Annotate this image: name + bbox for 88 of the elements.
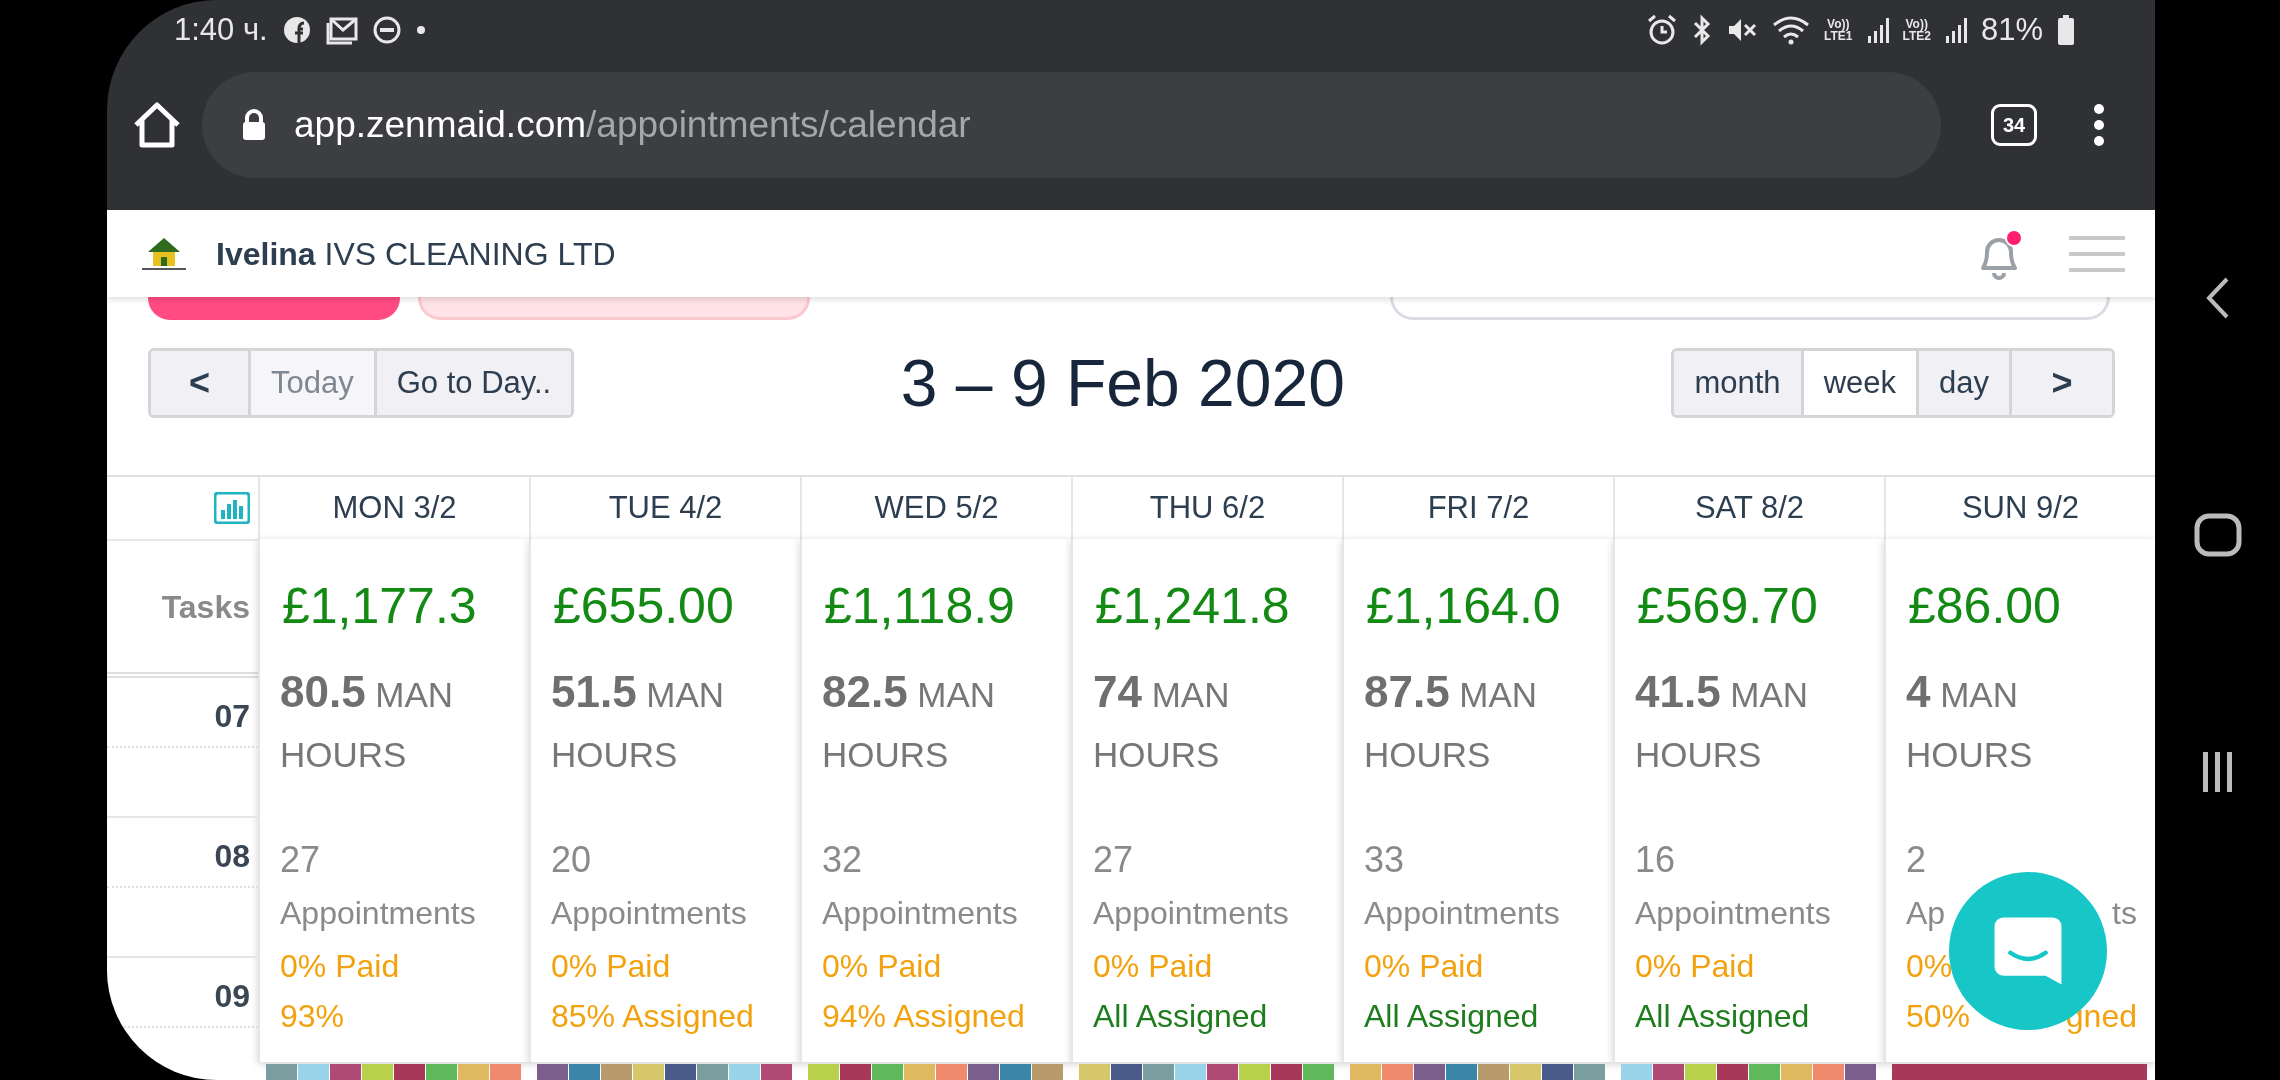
man-hours: 74 MAN HOURS [1093,666,1231,776]
assigned-status: 85% Assigned [551,997,754,1036]
home-icon[interactable] [132,101,182,149]
appointments-label: Appointments [1093,894,1289,933]
hour-label: 09 [214,977,250,1016]
appointment-count: 20 [551,838,593,882]
man-hours: 80.5 MAN HOURS [280,666,455,776]
nav-button[interactable]: Go to Day.. [376,351,572,415]
assigned-status: 50% [1906,997,1971,1036]
man-hours: 51.5 MAN HOURS [551,666,726,776]
revenue-amount: £1,118.9 [824,581,1016,636]
revenue-amount: £1,164.0 [1366,581,1562,636]
battery-icon [2057,14,2075,46]
wifi-icon [1772,15,1811,45]
network-label: Vo)) [1826,18,1850,30]
previous-button[interactable]: < [151,351,251,415]
appointments-label: Ap [1906,894,1946,933]
assigned-status: All Assigned [1364,997,1539,1036]
signal-icon [1944,16,1967,44]
hour-label: 07 [214,697,250,736]
day-header[interactable]: SUN 9/2 [1961,484,2080,532]
appointment-count: 27 [1093,838,1135,882]
man-hours: 4 MAN HOURS [1906,666,2034,776]
date-range-title: 3 – 9 Feb 2020 [900,344,1345,422]
appointment-count: 2 [1906,838,1928,882]
assigned-status: All Assigned [1093,997,1268,1036]
dot-icon [415,25,426,35]
appointments-label-fragment: ts [2112,894,2137,933]
chart-icon[interactable] [214,492,250,524]
revenue-amount: £1,177.3 [282,581,478,636]
appointment-count: 27 [280,838,322,882]
man-hours: 87.5 MAN HOURS [1364,666,1539,776]
revenue-amount: £655.00 [553,581,735,636]
appointments-label: Appointments [551,894,747,933]
appointments-label: Appointments [822,894,1018,933]
appointments-label: Appointments [1364,894,1560,933]
paid-status: 0% [1906,947,1953,986]
recents-icon[interactable] [2200,749,2235,794]
day-header[interactable]: WED 5/2 [874,484,999,532]
appointment-count: 16 [1635,838,1677,882]
back-icon[interactable] [2204,276,2231,321]
action-button[interactable] [148,297,400,320]
appointments-label: Appointments [1635,894,1831,933]
network-label: Vo)) [1905,18,1929,30]
view-tab[interactable]: month [1674,351,1804,415]
logo-icon [140,235,188,272]
paid-status: 0% Paid [1364,947,1484,986]
assigned-status: 93% [280,997,345,1036]
notification-icon [281,15,312,45]
company-name: Ivelina IVS CLEANING LTD [216,234,616,274]
appointment-count: 32 [822,838,864,882]
revenue-amount: £569.70 [1637,581,1819,636]
network-label: LTE1 [1824,30,1853,42]
appointment-count: 33 [1364,838,1406,882]
search-field[interactable] [1390,297,2110,320]
tab-count[interactable]: 34 [1991,104,2037,146]
home-button-icon[interactable] [2193,513,2242,557]
day-header[interactable]: MON 3/2 [332,484,457,532]
do-not-disturb-icon [371,15,402,45]
man-hours: 41.5 MAN HOURS [1635,666,1810,776]
lock-icon [242,109,266,141]
man-hours: 82.5 MAN HOURS [822,666,997,776]
signal-icon [1866,16,1889,44]
mail-icon [325,15,358,45]
day-header[interactable]: TUE 4/2 [608,484,723,532]
status-time: 1:40 ч. [174,10,268,49]
revenue-amount: £86.00 [1908,581,2062,636]
view-tab[interactable]: day [1919,351,2012,415]
paid-status: 0% Paid [551,947,671,986]
alarm-icon [1646,14,1679,46]
more-icon[interactable] [2093,103,2105,147]
paid-status: 0% Paid [280,947,400,986]
hour-label: 08 [214,837,250,876]
address-bar[interactable]: app.zenmaid.com/appointments/calendar [202,72,1941,178]
day-header[interactable]: THU 6/2 [1149,484,1266,532]
network-label: LTE2 [1902,30,1931,42]
paid-status: 0% Paid [1635,947,1755,986]
battery-percent: 81% [1980,10,2043,49]
day-header[interactable]: FRI 7/2 [1427,484,1530,532]
next-button[interactable]: > [2012,351,2112,415]
revenue-amount: £1,241.8 [1095,581,1291,636]
assigned-status: All Assigned [1635,997,1810,1036]
assigned-status: 94% Assigned [822,997,1025,1036]
appointments-label: Appointments [280,894,476,933]
bluetooth-icon [1692,14,1713,46]
paid-status: 0% Paid [822,947,942,986]
day-header[interactable]: SAT 8/2 [1694,484,1805,532]
paid-status: 0% Paid [1093,947,1213,986]
